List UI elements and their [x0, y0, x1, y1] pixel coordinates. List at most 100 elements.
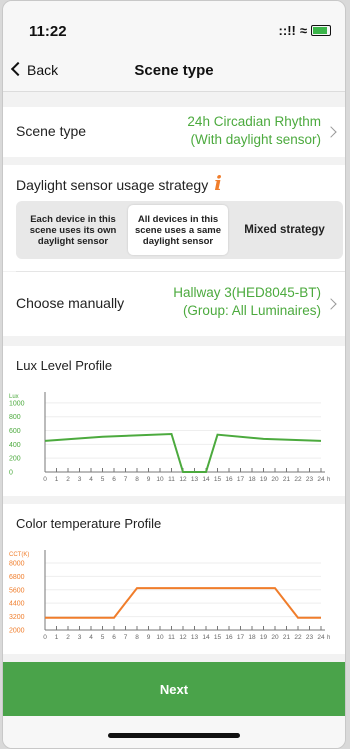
x-tick-label: 22 [294, 634, 302, 641]
cct-chart-section: Color temperature Profile CCT(K) 2000 3200… [3, 504, 345, 654]
strategy-segmented-control: Each device in this scene uses its own day… [16, 201, 343, 259]
battery-icon [311, 25, 331, 36]
phone-screen: 11:22 ::!! ≈ Back Scene type Scene type … [2, 0, 346, 749]
x-tick-label: 8 [135, 634, 139, 641]
x-tick-label: 22 [294, 476, 302, 483]
x-tick-label: 19 [260, 634, 268, 641]
x-tick-label: 7 [124, 476, 128, 483]
x-tick-label: 21 [283, 476, 291, 483]
lux-chart-section: Lux Level Profile Lux 0 200 400 600 800 1000 0 1… [3, 346, 345, 496]
x-tick-label: 4 [89, 634, 93, 641]
x-tick-label: 19 [260, 476, 268, 483]
x-tick-label: 20 [271, 476, 279, 483]
x-tick-label: 23 [306, 476, 314, 483]
y-tick-label: 8000 [9, 560, 25, 567]
x-tick-label: 12 [179, 634, 187, 641]
color-temperature-chart: CCT(K)2000320044005600680080000 1 2 3 4 5 6 7 8 9… [9, 550, 330, 641]
x-tick-label: 21 [283, 634, 291, 641]
status-bar: 11:22 ::!! ≈ [3, 1, 345, 53]
x-tick-label: 10 [156, 476, 164, 483]
x-tick-label: 16 [225, 634, 233, 641]
strategy-option-own-sensor[interactable]: Each device in this scene uses its own day… [20, 205, 126, 255]
x-tick-label: 17 [237, 634, 245, 641]
y-tick-label: 400 [9, 442, 21, 449]
x-tick-label: 1 [55, 476, 59, 483]
choose-manually-label: Choose manually [16, 295, 125, 311]
x-tick-label: 7 [124, 634, 128, 641]
x-tick-label: 14 [202, 476, 210, 483]
x-tick-label: 12 [179, 476, 187, 483]
choose-manually-value-line1: Hallway 3(HED8045-BT) [173, 285, 321, 300]
x-tick-label: 5 [101, 476, 105, 483]
scene-type-value-line2: (With daylight sensor) [190, 132, 321, 147]
x-tick-label: 2 [66, 634, 70, 641]
page-title: Scene type [134, 62, 214, 79]
strategy-title: Daylight sensor usage strategy i [16, 173, 222, 193]
x-tick-label: 15 [214, 476, 222, 483]
choose-manually-row[interactable]: Choose manually Hallway 3(HED8045-BT) (G… [3, 272, 345, 336]
y-tick-label: 1000 [9, 400, 25, 407]
strategy-option-mixed[interactable]: Mixed strategy [230, 205, 339, 255]
x-tick-label: 9 [147, 634, 151, 641]
home-area [3, 716, 345, 748]
chart-title: Color temperature Profile [16, 516, 162, 531]
y-tick-label: 6800 [9, 574, 25, 581]
info-icon[interactable]: i [214, 173, 222, 193]
x-tick-label: 18 [248, 476, 256, 483]
scene-type-value-line1: 24h Circadian Rhythm [187, 114, 321, 129]
x-axis-label: h [327, 635, 330, 641]
series-line [44, 432, 322, 473]
status-icons: ::!! ≈ [279, 23, 331, 38]
x-tick-label: 17 [237, 476, 245, 483]
x-tick-label: 0 [43, 634, 47, 641]
x-tick-label: 6 [112, 476, 116, 483]
x-tick-label: 5 [101, 634, 105, 641]
next-button[interactable]: Next [3, 662, 345, 716]
y-tick-label: 600 [9, 428, 21, 435]
y-tick-label: 5600 [9, 587, 25, 594]
x-tick-label: 11 [168, 476, 175, 483]
scene-type-row[interactable]: Scene type 24h Circadian Rhythm (With da… [3, 107, 345, 157]
choose-manually-value-line2: (Group: All Luminaires) [182, 303, 321, 318]
y-tick-label: 3200 [9, 614, 25, 621]
choose-manually-value: Hallway 3(HED8045-BT) (Group: All Lumina… [173, 284, 321, 320]
x-tick-label: 0 [43, 476, 47, 483]
navigation-bar: Back Scene type [3, 53, 345, 92]
scene-type-value: 24h Circadian Rhythm (With daylight sens… [187, 113, 321, 149]
x-tick-label: 13 [191, 634, 199, 641]
x-tick-label: 9 [147, 476, 151, 483]
y-tick-label: 4400 [9, 601, 25, 608]
strategy-option-same-sensor[interactable]: All devices in this scene uses a same dayl… [128, 205, 228, 255]
y-axis-label: Lux [9, 394, 19, 400]
x-tick-label: 2 [66, 476, 70, 483]
y-tick-label: 200 [9, 456, 21, 463]
x-tick-label: 14 [202, 634, 210, 641]
chevron-right-icon [325, 126, 337, 138]
x-tick-label: 13 [191, 476, 199, 483]
x-tick-label: 1 [55, 634, 59, 641]
x-tick-label: 24 [317, 634, 325, 641]
y-tick-label: 0 [9, 470, 13, 477]
signal-icon: ::!! [278, 23, 296, 38]
x-tick-label: 8 [135, 476, 139, 483]
y-tick-label: 800 [9, 414, 21, 421]
x-axis-label: h [327, 477, 330, 483]
x-tick-label: 6 [112, 634, 116, 641]
lux-level-chart: Lux 0 200 400 600 800 1000 0 1 2 3 4 5 6 7 8 9 10 11 12 13 14… [9, 392, 330, 483]
x-tick-label: 18 [248, 634, 256, 641]
x-tick-label: 10 [156, 634, 164, 641]
chevron-right-icon [325, 298, 337, 310]
x-tick-label: 24 [317, 476, 325, 483]
x-tick-label: 16 [225, 476, 233, 483]
x-tick-label: 23 [306, 634, 314, 641]
y-tick-label: 2000 [9, 628, 25, 635]
x-tick-label: 4 [89, 476, 93, 483]
x-tick-label: 15 [214, 634, 222, 641]
wifi-icon: ≈ [299, 23, 307, 38]
scene-type-label: Scene type [16, 123, 87, 139]
home-indicator[interactable] [108, 733, 240, 738]
status-time: 11:22 [29, 23, 67, 40]
x-tick-label: 20 [271, 634, 279, 641]
x-tick-label: 3 [78, 634, 82, 641]
x-tick-label: 11 [168, 634, 175, 641]
